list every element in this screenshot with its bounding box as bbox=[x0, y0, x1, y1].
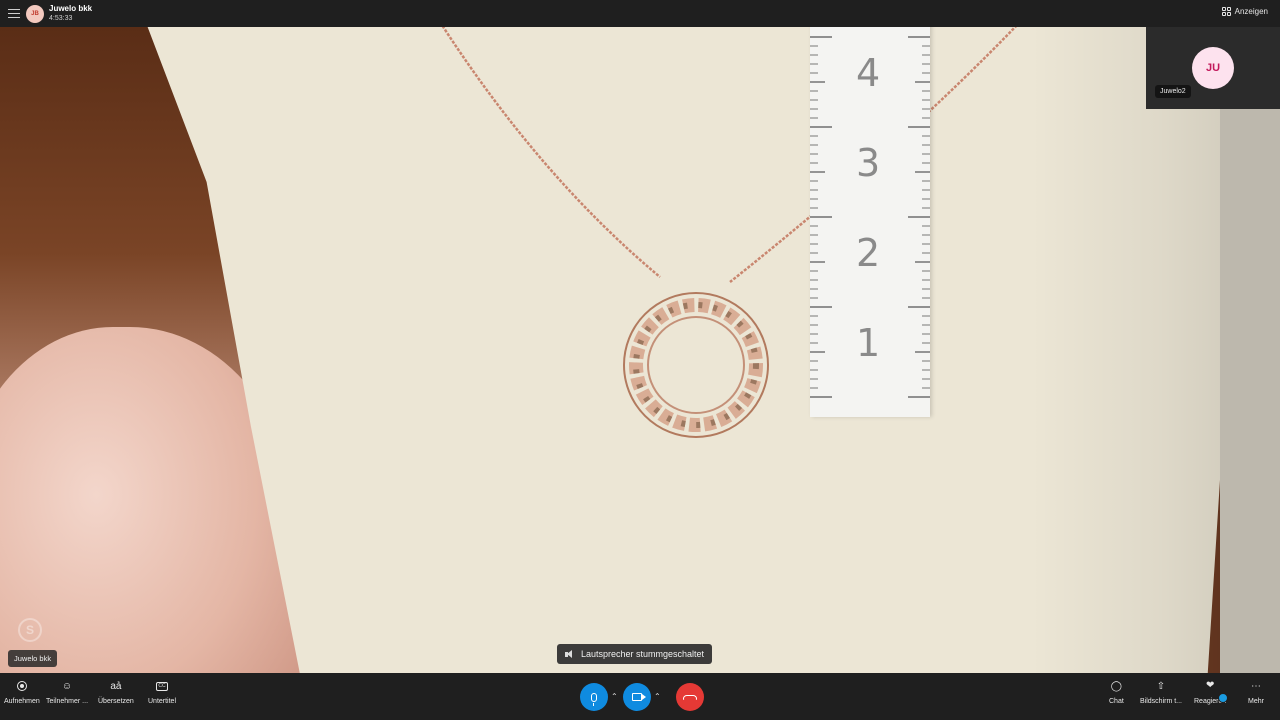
more-icon: ⋯ bbox=[1250, 680, 1261, 692]
speaker-name-tag: Juwelo bkk bbox=[8, 650, 58, 667]
self-name-label: Juwelo2 bbox=[1155, 85, 1191, 98]
title-bar: JB Juwelo bkk 4:53:33 Anzeigen bbox=[0, 0, 1280, 27]
microphone-icon bbox=[591, 692, 597, 706]
chat-icon: ◯ bbox=[1110, 680, 1122, 692]
call-avatar: JB bbox=[26, 4, 44, 23]
ruler-number-3: 3 bbox=[856, 141, 881, 185]
menu-icon[interactable] bbox=[8, 9, 20, 18]
video-feed: 4 3 2 1 bbox=[0, 27, 1280, 673]
view-button-label: Anzeigen bbox=[1234, 7, 1268, 16]
record-icon bbox=[15, 679, 29, 693]
notification-text: Lautsprecher stummgeschaltet bbox=[581, 649, 705, 659]
chat-button[interactable]: ◯ Chat bbox=[1109, 679, 1124, 706]
notification-toast: Lautsprecher stummgeschaltet bbox=[557, 644, 713, 664]
participants-icon: ☺ bbox=[61, 680, 73, 692]
more-button[interactable]: ⋯ Mehr bbox=[1248, 679, 1264, 706]
view-button[interactable]: Anzeigen bbox=[1221, 7, 1268, 16]
translate-label: Übersetzen bbox=[98, 698, 134, 705]
call-title: Juwelo bkk bbox=[49, 3, 93, 13]
ruler-number-4: 4 bbox=[856, 51, 881, 95]
share-screen-icon: ⇧ bbox=[1156, 680, 1166, 692]
share-screen-label: Bildschirm t... bbox=[1140, 698, 1183, 705]
grid-view-icon bbox=[1221, 7, 1231, 16]
measuring-ruler: 4 3 2 1 bbox=[810, 27, 930, 417]
record-label: Aufnehmen bbox=[4, 698, 40, 705]
heart-icon: ❤ bbox=[1205, 680, 1215, 691]
skype-logo-icon: S bbox=[18, 618, 42, 642]
participants-button[interactable]: ☺ Teilnehmer ... bbox=[46, 679, 89, 706]
subtitles-button[interactable]: CC Untertitel bbox=[148, 679, 176, 705]
translate-icon: aả bbox=[110, 680, 122, 692]
chat-label: Chat bbox=[1109, 698, 1124, 705]
record-button[interactable]: Aufnehmen bbox=[4, 679, 40, 705]
share-screen-button[interactable]: ⇧ Bildschirm t... bbox=[1140, 679, 1183, 706]
camera-options-chevron-icon[interactable]: ⌃ bbox=[654, 692, 661, 701]
microphone-button[interactable] bbox=[580, 683, 608, 711]
mic-options-chevron-icon[interactable]: ⌃ bbox=[611, 692, 618, 701]
more-label: Mehr bbox=[1248, 698, 1264, 705]
participants-label: Teilnehmer ... bbox=[46, 698, 89, 705]
self-view-tile[interactable]: JU Juwelo2 bbox=[1146, 27, 1280, 109]
speaker-muted-icon bbox=[565, 649, 575, 659]
call-duration: 4:53:33 bbox=[49, 14, 73, 22]
hang-up-icon bbox=[683, 694, 697, 700]
necklace bbox=[441, 27, 1017, 438]
camera-icon bbox=[632, 693, 646, 701]
camera-button[interactable] bbox=[623, 683, 651, 711]
hang-up-button[interactable] bbox=[676, 683, 704, 711]
translate-button[interactable]: aả Übersetzen bbox=[98, 679, 134, 706]
self-avatar: JU bbox=[1192, 47, 1234, 89]
ruler-number-2: 2 bbox=[856, 231, 881, 275]
react-badge bbox=[1218, 693, 1228, 703]
subtitles-icon: CC bbox=[155, 679, 169, 693]
ruler-number-1: 1 bbox=[856, 321, 881, 365]
react-button[interactable]: ❤ Reagieren bbox=[1194, 679, 1228, 705]
subtitles-label: Untertitel bbox=[148, 698, 177, 705]
call-info: Juwelo bkk 4:53:33 bbox=[49, 4, 92, 24]
call-toolbar: Aufnehmen ☺ Teilnehmer ... aả Übersetzen… bbox=[0, 673, 1280, 720]
